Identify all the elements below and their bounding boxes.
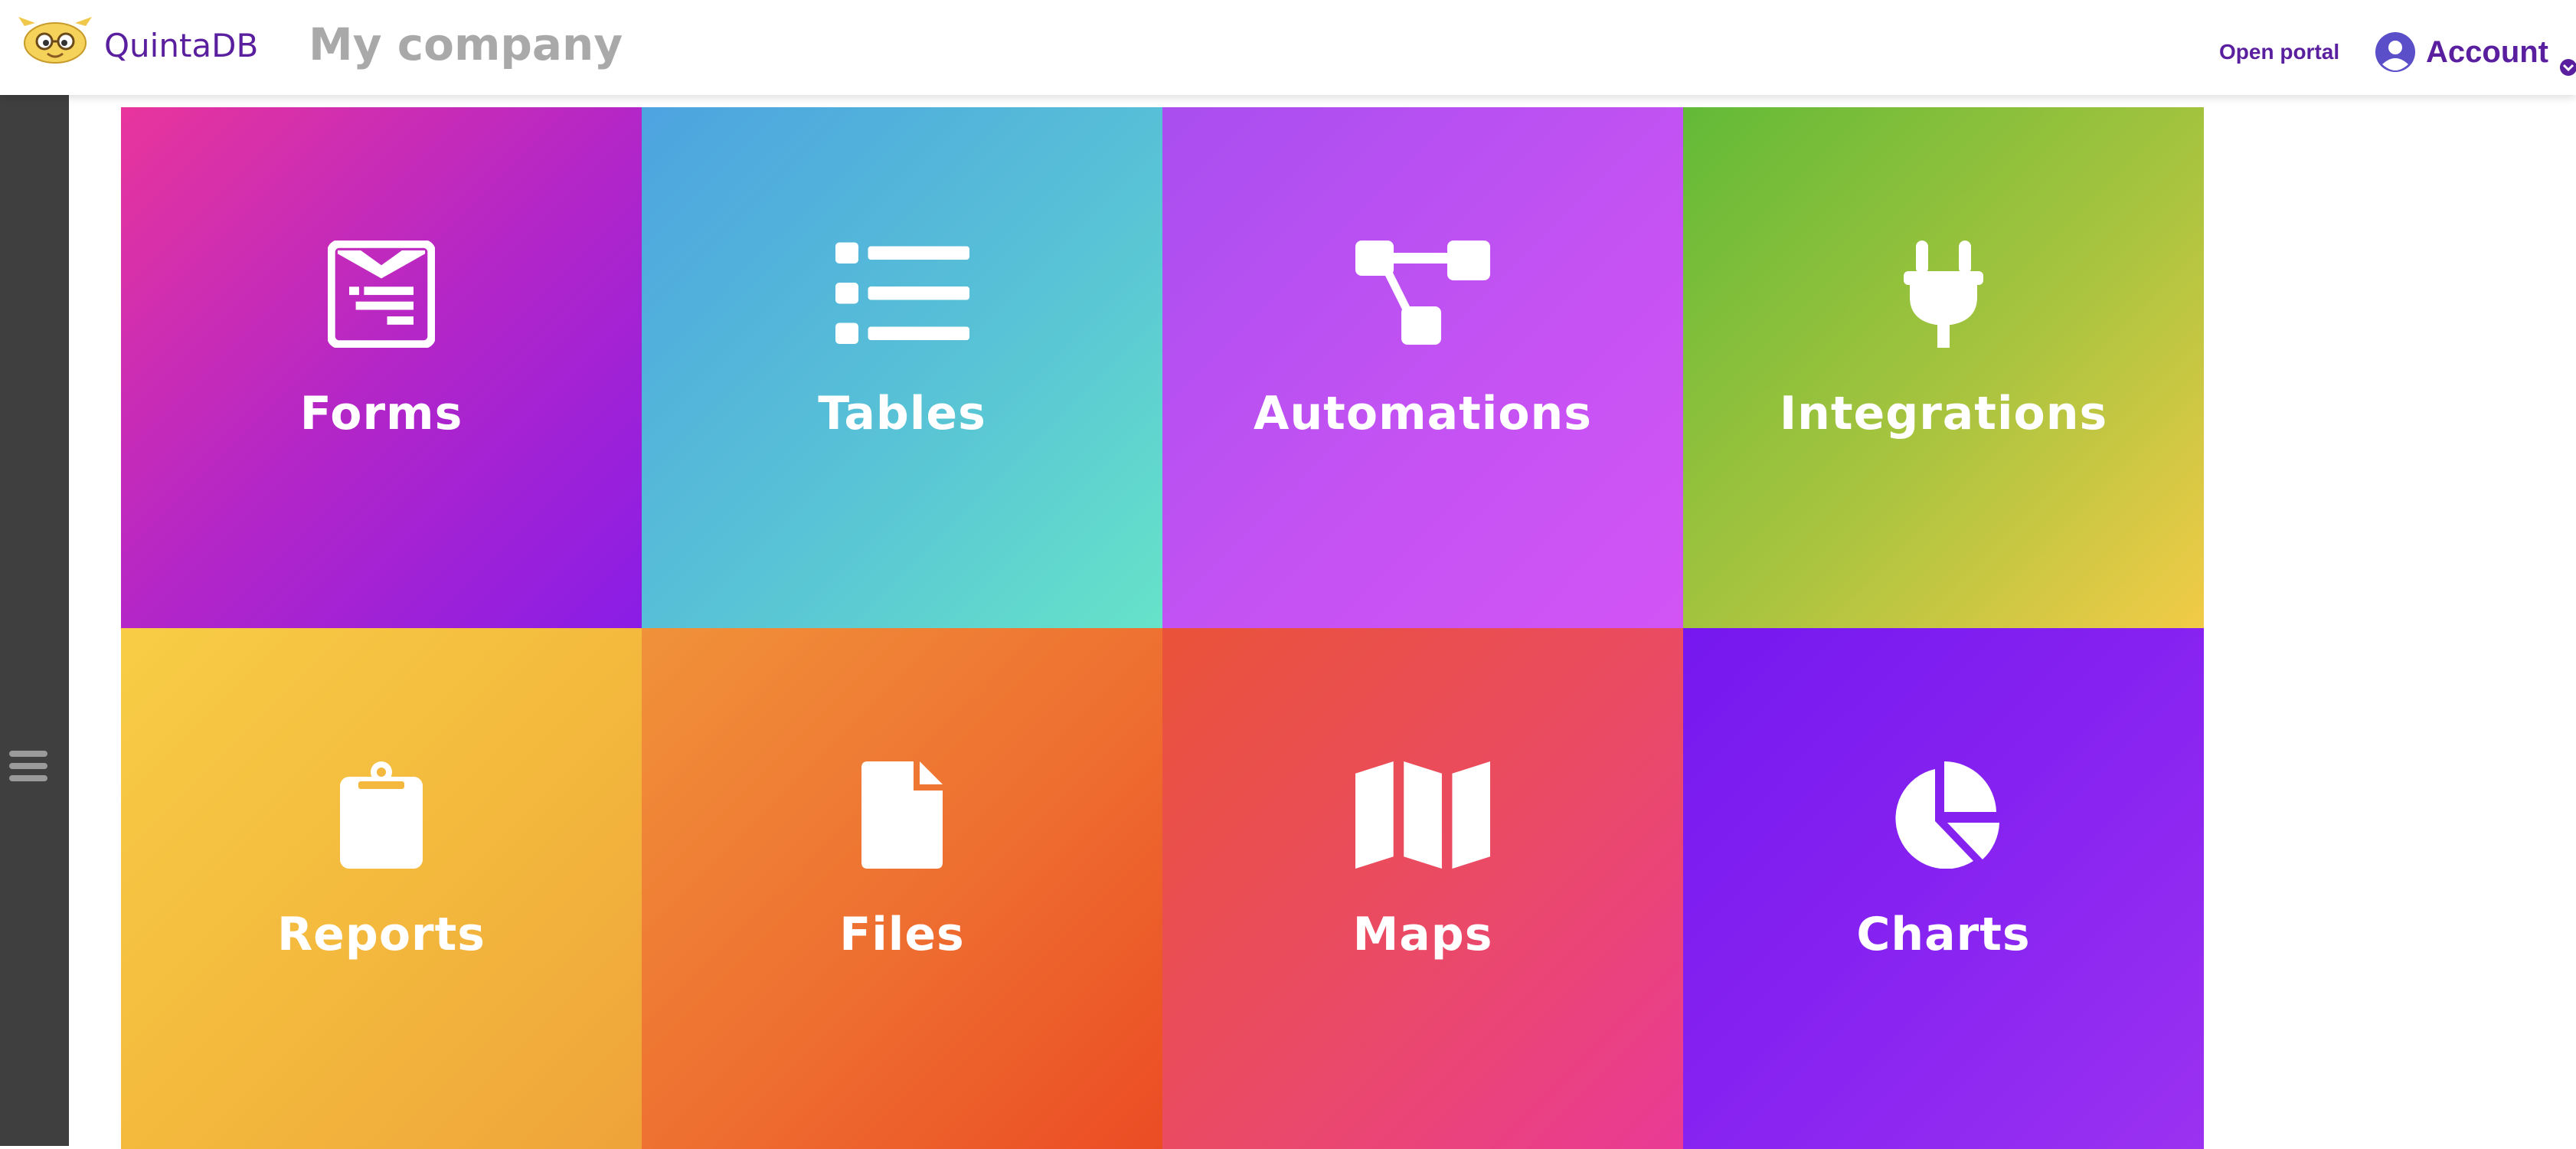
hamburger-icon[interactable] bbox=[9, 751, 49, 787]
file-icon bbox=[861, 761, 943, 869]
tile-charts[interactable]: Charts bbox=[1683, 628, 2204, 1149]
tile-label: Reports bbox=[276, 908, 486, 961]
tile-label: Maps bbox=[1352, 908, 1493, 961]
plug-icon bbox=[1904, 241, 1983, 348]
form-icon bbox=[328, 241, 435, 348]
tile-label: Forms bbox=[299, 387, 463, 440]
brand-name[interactable]: QuintaDB bbox=[104, 23, 258, 69]
tile-files[interactable]: Files bbox=[642, 628, 1162, 1149]
tile-label: Charts bbox=[1856, 908, 2031, 961]
tile-label: Automations bbox=[1254, 387, 1592, 440]
mascot-logo-icon[interactable] bbox=[17, 15, 93, 66]
account-label: Account bbox=[2426, 35, 2548, 69]
sidebar bbox=[0, 95, 69, 1146]
sitemap-icon bbox=[1355, 241, 1490, 345]
tile-reports[interactable]: Reports bbox=[121, 628, 642, 1149]
tile-forms[interactable]: Forms bbox=[121, 107, 642, 628]
tile-maps[interactable]: Maps bbox=[1162, 628, 1683, 1149]
pie-chart-icon bbox=[1895, 761, 1999, 869]
company-title: My company bbox=[309, 18, 623, 70]
tile-automations[interactable]: Automations bbox=[1162, 107, 1683, 628]
open-portal-link[interactable]: Open portal bbox=[2219, 37, 2339, 67]
tile-tables[interactable]: Tables bbox=[642, 107, 1162, 628]
list-icon bbox=[835, 242, 969, 344]
map-icon bbox=[1355, 761, 1491, 869]
top-header: QuintaDB My company Open portal Account bbox=[0, 0, 2576, 95]
tile-label: Integrations bbox=[1779, 387, 2108, 440]
user-avatar-icon bbox=[2375, 32, 2415, 72]
clipboard-icon bbox=[340, 761, 423, 869]
tile-label: Files bbox=[839, 908, 965, 961]
account-menu[interactable]: Account bbox=[2375, 29, 2576, 76]
module-grid: Forms Tables Automations Integrations Re… bbox=[121, 107, 2205, 1149]
tile-integrations[interactable]: Integrations bbox=[1683, 107, 2204, 628]
tile-label: Tables bbox=[818, 387, 986, 440]
chevron-down-icon bbox=[2560, 59, 2576, 76]
